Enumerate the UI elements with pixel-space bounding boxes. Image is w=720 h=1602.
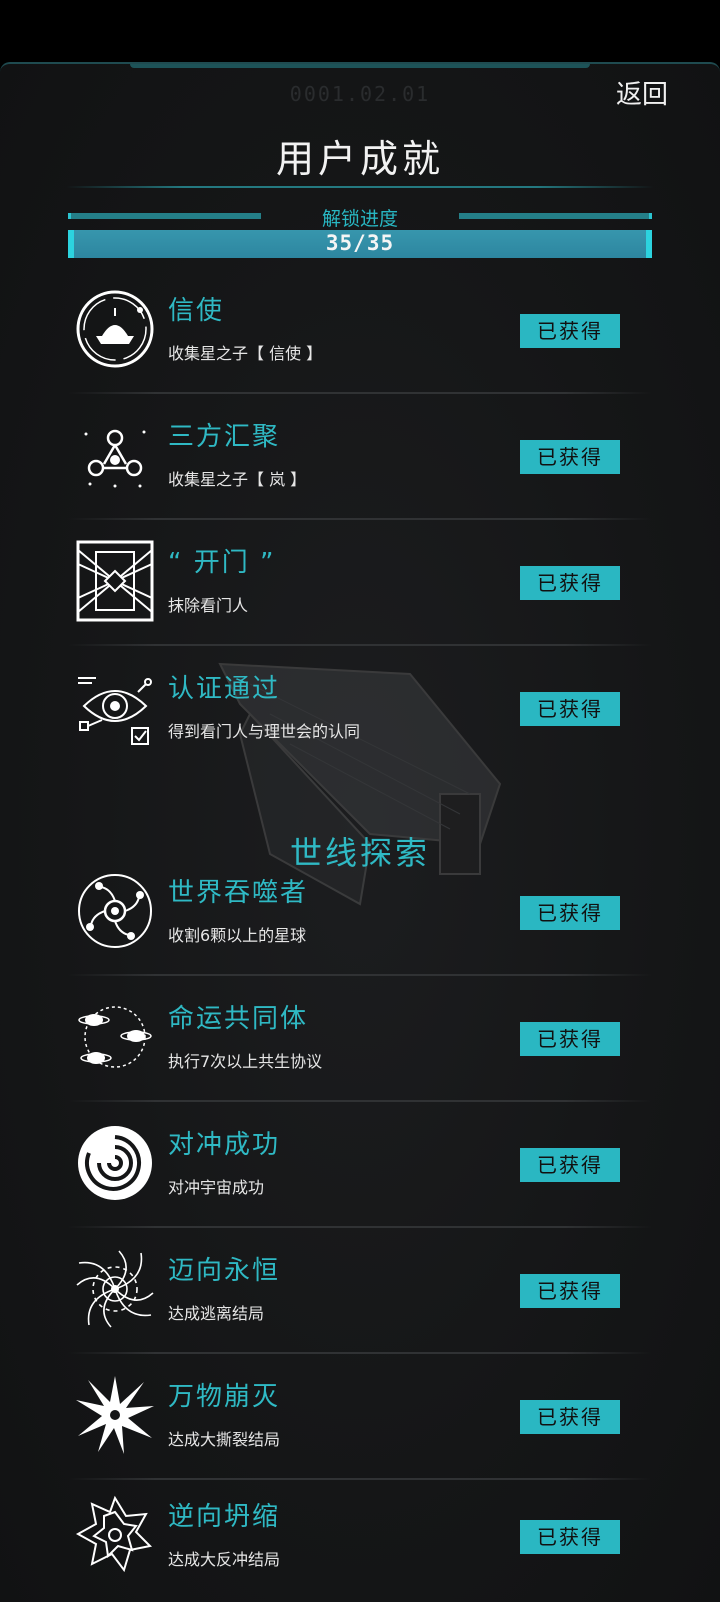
- messenger-icon: [76, 290, 154, 368]
- status-badge: 已获得: [520, 314, 620, 348]
- back-button[interactable]: 返回: [616, 74, 668, 111]
- eye-verify-icon: [78, 677, 152, 745]
- achievement-row[interactable]: 世界吞噬者 收割6颗以上的星球 已获得: [68, 850, 652, 976]
- achievement-desc: 执行7次以上共生协议: [168, 1052, 323, 1071]
- achievement-name: 万物崩灭: [168, 1382, 281, 1412]
- achievement-name: 世界吞噬者: [168, 878, 309, 908]
- status-badge: 已获得: [520, 692, 620, 726]
- title-divider: [66, 186, 654, 188]
- achievement-name: 三方汇聚: [168, 422, 281, 452]
- orbit-planets-icon: [78, 1006, 152, 1068]
- achievement-row[interactable]: 认证通过 得到看门人与理世会的认同 已获得: [68, 646, 652, 772]
- achievement-row[interactable]: 逆向坍缩 达成大反冲结局 已获得: [68, 1474, 652, 1600]
- status-badge: 已获得: [520, 566, 620, 600]
- open-door-icon: [76, 540, 154, 622]
- achievement-row[interactable]: 命运共同体 执行7次以上共生协议 已获得: [68, 976, 652, 1102]
- status-badge: 已获得: [520, 440, 620, 474]
- progress-label: 解锁进度: [321, 208, 398, 230]
- achievement-row[interactable]: 万物崩灭 达成大撕裂结局 已获得: [68, 1354, 652, 1480]
- progress-bar: 35/35: [68, 230, 652, 258]
- panel-top-accent: [130, 64, 590, 68]
- achievement-row[interactable]: “ 开门 ” 抹除看门人 已获得: [68, 520, 652, 646]
- achievement-row[interactable]: 迈向永恒 达成逃离结局 已获得: [68, 1228, 652, 1354]
- achievement-desc: 达成大撕裂结局: [168, 1430, 281, 1449]
- achievement-name: “ 开门 ”: [168, 548, 276, 578]
- swirl-icon: [78, 1126, 152, 1200]
- achievement-name: 逆向坍缩: [168, 1502, 281, 1532]
- achievement-name: 认证通过: [168, 674, 281, 704]
- achievement-desc: 抹除看门人: [168, 596, 249, 615]
- achievement-desc: 达成大反冲结局: [168, 1550, 281, 1569]
- achievement-desc: 达成逃离结局: [168, 1304, 265, 1323]
- achievement-row[interactable]: 对冲成功 对冲宇宙成功 已获得: [68, 1102, 652, 1228]
- status-badge: 已获得: [520, 1148, 620, 1182]
- date-stamp: 0001.02.01: [289, 82, 431, 106]
- world-devourer-icon: [78, 874, 152, 948]
- burst-icon: [76, 1376, 154, 1454]
- achievement-name: 信使: [168, 296, 225, 326]
- achievement-name: 迈向永恒: [168, 1256, 281, 1286]
- status-badge: 已获得: [520, 1400, 620, 1434]
- vortex-icon: [76, 1250, 154, 1328]
- achievement-desc: 收集星之子【 信使 】: [168, 344, 323, 363]
- achievement-desc: 收割6颗以上的星球: [168, 926, 307, 945]
- achievement-row[interactable]: 三方汇聚 收集星之子【 岚 】 已获得: [68, 394, 652, 520]
- page-title: 用户成就: [275, 137, 444, 181]
- achievement-desc: 得到看门人与理世会的认同: [168, 722, 361, 741]
- unlock-progress: 解锁进度 35/35: [68, 208, 652, 258]
- achievement-desc: 对冲宇宙成功: [168, 1178, 265, 1197]
- status-badge: 已获得: [520, 896, 620, 930]
- achievement-name: 对冲成功: [168, 1130, 281, 1160]
- status-badge: 已获得: [520, 1274, 620, 1308]
- status-badge: 已获得: [520, 1520, 620, 1554]
- snowflake-icon: [75, 1495, 153, 1573]
- progress-text: 35/35: [325, 231, 395, 255]
- achievement-name: 命运共同体: [168, 1004, 309, 1034]
- achievement-row[interactable]: 信使 收集星之子【 信使 】 已获得: [68, 268, 652, 394]
- triad-gather-icon: [84, 429, 146, 488]
- achievement-desc: 收集星之子【 岚 】: [168, 470, 307, 489]
- status-badge: 已获得: [520, 1022, 620, 1056]
